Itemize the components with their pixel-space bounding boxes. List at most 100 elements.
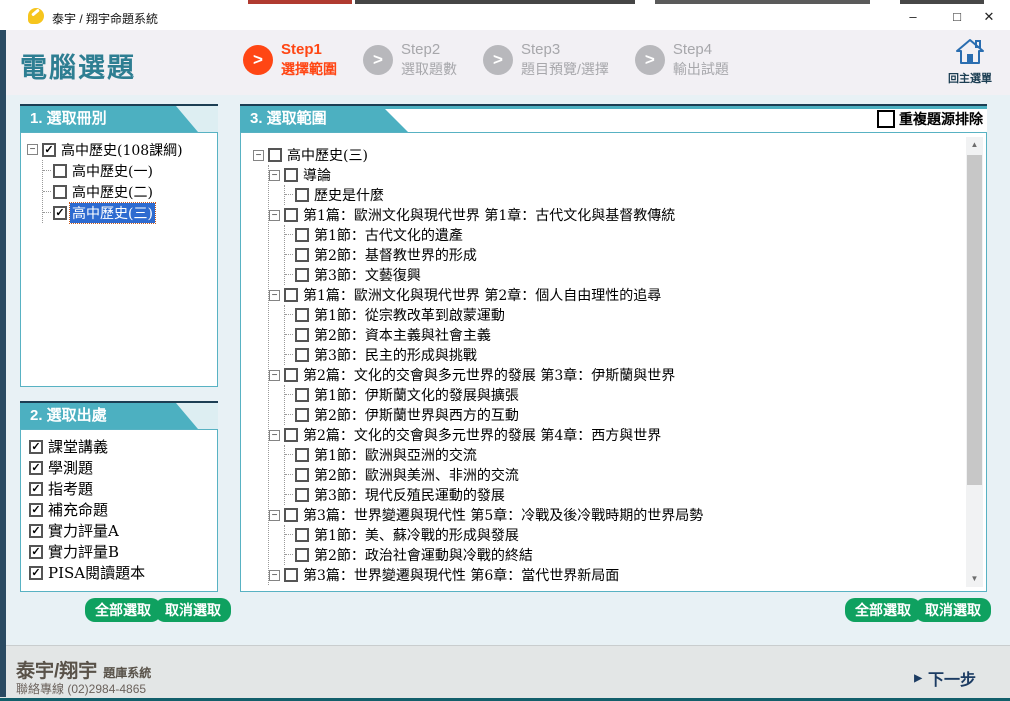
checkbox-unchecked[interactable] <box>284 428 298 442</box>
step-step3: > Step3 題目預覽/選擇 <box>483 40 609 80</box>
collapse-toggle-icon[interactable]: − <box>269 289 280 301</box>
checkbox-checked[interactable]: ✓ <box>29 565 43 580</box>
checkbox-checked[interactable]: ✓ <box>53 205 67 220</box>
tree-node-label[interactable]: 第1節：伊斯蘭文化的發展與擴張 <box>312 385 521 405</box>
tree-node-label[interactable]: 第2節：伊斯蘭世界與西方的互動 <box>312 405 521 425</box>
source-item[interactable]: ✓ 課堂講義 <box>29 436 147 457</box>
checkbox-checked[interactable]: ✓ <box>29 502 43 517</box>
source-item[interactable]: ✓ 實力評量B <box>29 541 147 562</box>
panel3-select-all-button[interactable]: 全部選取 <box>845 598 921 622</box>
checkbox-unchecked[interactable] <box>295 328 309 342</box>
checkbox-unchecked[interactable] <box>295 188 309 202</box>
panel-source-select: 2. 選取出處 ✓ 課堂講義 ✓ 學測題 ✓ 指考題 ✓ 補充命題 ✓ 實力評量A ✓ 實力評量B ✓ P… <box>20 401 218 592</box>
checkbox-unchecked[interactable] <box>295 348 309 362</box>
checkbox-checked[interactable]: ✓ <box>42 142 56 157</box>
scroll-up-icon[interactable]: ▲ <box>966 137 983 153</box>
checkbox-unchecked[interactable] <box>284 568 298 582</box>
scrollbar[interactable]: ▲ ▼ <box>966 137 983 587</box>
tree-node-label[interactable]: 第2篇：文化的交會與多元世界的發展 第4章：西方與世界 <box>301 425 663 445</box>
panel2-select-all-button[interactable]: 全部選取 <box>85 598 161 622</box>
collapse-toggle-icon[interactable]: − <box>269 169 280 181</box>
collapse-toggle-icon[interactable]: − <box>269 509 280 521</box>
checkbox-unchecked[interactable] <box>295 268 309 282</box>
tree-children: − 導論 歷史是什麼 − 第1篇：歐洲文化與現代世界 第1章：古代文化與基督教傳統 第1節… <box>268 165 964 585</box>
maximize-button[interactable]: □ <box>940 4 974 30</box>
checkbox-unchecked[interactable] <box>284 368 298 382</box>
tree-node-label[interactable]: 高中歷史(三) <box>285 145 370 165</box>
tree-row: 第1節：伊斯蘭文化的發展與擴張 <box>285 385 964 405</box>
tree-node-label[interactable]: 第3節：現代反殖民運動的發展 <box>312 485 507 505</box>
source-item[interactable]: ✓ 實力評量A <box>29 520 147 541</box>
tree-node-label[interactable]: 第3篇：世界變遷與現代性 第6章：當代世界新局面 <box>301 565 621 585</box>
tree-node-label[interactable]: 第1篇：歐洲文化與現代世界 第1章：古代文化與基督教傳統 <box>301 205 677 225</box>
checkbox-unchecked[interactable] <box>53 184 67 199</box>
checkbox-checked[interactable]: ✓ <box>29 439 43 454</box>
checkbox-unchecked[interactable] <box>295 308 309 322</box>
tree-node-label[interactable]: 歷史是什麼 <box>312 185 386 205</box>
checkbox-unchecked[interactable] <box>295 468 309 482</box>
checkbox-unchecked[interactable] <box>284 168 298 182</box>
source-item[interactable]: ✓ 學測題 <box>29 457 147 478</box>
checkbox-checked[interactable]: ✓ <box>29 523 43 538</box>
minimize-button[interactable]: – <box>896 4 930 30</box>
checkbox-unchecked[interactable] <box>284 208 298 222</box>
checkbox-unchecked[interactable] <box>295 248 309 262</box>
checkbox-checked[interactable]: ✓ <box>29 481 43 496</box>
tree-row: 第1節：從宗教改革到啟蒙運動 <box>285 305 964 325</box>
checkbox-checked[interactable]: ✓ <box>29 544 43 559</box>
chevron-right-icon: > <box>363 45 393 75</box>
tree-node-label[interactable]: 第1節：從宗教改革到啟蒙運動 <box>312 305 507 325</box>
checkbox-checked[interactable]: ✓ <box>29 460 43 475</box>
checkbox-unchecked[interactable] <box>295 448 309 462</box>
source-label: 實力評量A <box>48 522 119 540</box>
tree-node-label[interactable]: 導論 <box>301 165 333 185</box>
panel3-header: 3. 選取範圍 重複題源排除 <box>240 104 987 132</box>
tree-node-label[interactable]: 第2節：基督教世界的形成 <box>312 245 479 265</box>
checkbox-unchecked[interactable] <box>284 288 298 302</box>
checkbox-unchecked[interactable] <box>295 548 309 562</box>
close-button[interactable]: ✕ <box>972 4 1006 30</box>
tree-node-label[interactable]: 第3節：文藝復興 <box>312 265 423 285</box>
checkbox-unchecked[interactable] <box>53 163 67 178</box>
scroll-down-icon[interactable]: ▼ <box>966 571 983 587</box>
tree-node-label[interactable]: 第1篇：歐洲文化與現代世界 第2章：個人自由理性的追尋 <box>301 285 663 305</box>
collapse-toggle-icon[interactable]: − <box>269 369 280 381</box>
checkbox-unchecked[interactable] <box>295 228 309 242</box>
scrollbar-thumb[interactable] <box>967 155 982 485</box>
dedupe-checkbox[interactable] <box>877 110 895 128</box>
home-button[interactable]: 回主選單 <box>944 38 996 86</box>
tree-node-label[interactable]: 第2節：政治社會運動與冷戰的終結 <box>312 545 535 565</box>
source-item[interactable]: ✓ 補充命題 <box>29 499 147 520</box>
tree-node-label[interactable]: 第3篇：世界變遷與現代性 第5章：冷戰及後冷戰時期的世界局勢 <box>301 505 705 525</box>
tree-node-label[interactable]: 高中歷史(一) <box>70 161 155 181</box>
tree-node-label[interactable]: 第3節：民主的形成與挑戰 <box>312 345 479 365</box>
tree-node-label[interactable]: 第1節：歐洲與亞洲的交流 <box>312 445 479 465</box>
panel3-deselect-button[interactable]: 取消選取 <box>915 598 991 622</box>
dedupe-checkbox-row[interactable]: 重複題源排除 <box>877 109 983 129</box>
panel2-deselect-button[interactable]: 取消選取 <box>155 598 231 622</box>
source-label: 補充命題 <box>48 501 109 519</box>
collapse-toggle-icon[interactable]: − <box>253 149 264 161</box>
collapse-toggle-icon[interactable]: − <box>269 209 280 221</box>
source-item[interactable]: ✓ PISA閱讀題本 <box>29 562 147 583</box>
checkbox-unchecked[interactable] <box>284 508 298 522</box>
collapse-toggle-icon[interactable]: − <box>269 569 280 581</box>
checkbox-unchecked[interactable] <box>268 148 282 162</box>
checkbox-unchecked[interactable] <box>295 408 309 422</box>
tree-node-label[interactable]: 高中歷史(三) <box>69 201 156 224</box>
tree-node-label[interactable]: 第1節：古代文化的遺產 <box>312 225 465 245</box>
tree-node-label[interactable]: 第2節：資本主義與社會主義 <box>312 325 493 345</box>
checkbox-unchecked[interactable] <box>295 528 309 542</box>
tree-node-label[interactable]: 第1節：美、蘇冷戰的形成與發展 <box>312 525 521 545</box>
collapse-toggle-icon[interactable]: − <box>269 429 280 441</box>
collapse-toggle-icon[interactable]: − <box>27 144 38 155</box>
app-window: 泰宇 / 翔宇命題系統 – □ ✕ 電腦選題 > Step1 選擇範圍 > Step2 選… <box>0 0 1010 701</box>
next-step-button[interactable]: ▶ 下一步 <box>914 666 976 690</box>
tree-node-label[interactable]: 第2篇：文化的交會與多元世界的發展 第3章：伊斯蘭與世界 <box>301 365 677 385</box>
tree-node-label[interactable]: 第2節：歐洲與美洲、非洲的交流 <box>312 465 521 485</box>
source-item[interactable]: ✓ 指考題 <box>29 478 147 499</box>
checkbox-unchecked[interactable] <box>295 388 309 402</box>
checkbox-unchecked[interactable] <box>295 488 309 502</box>
tree-node-label[interactable]: 高中歷史(108課綱) <box>59 140 185 160</box>
tree-node-label[interactable]: 高中歷史(二) <box>70 182 155 202</box>
